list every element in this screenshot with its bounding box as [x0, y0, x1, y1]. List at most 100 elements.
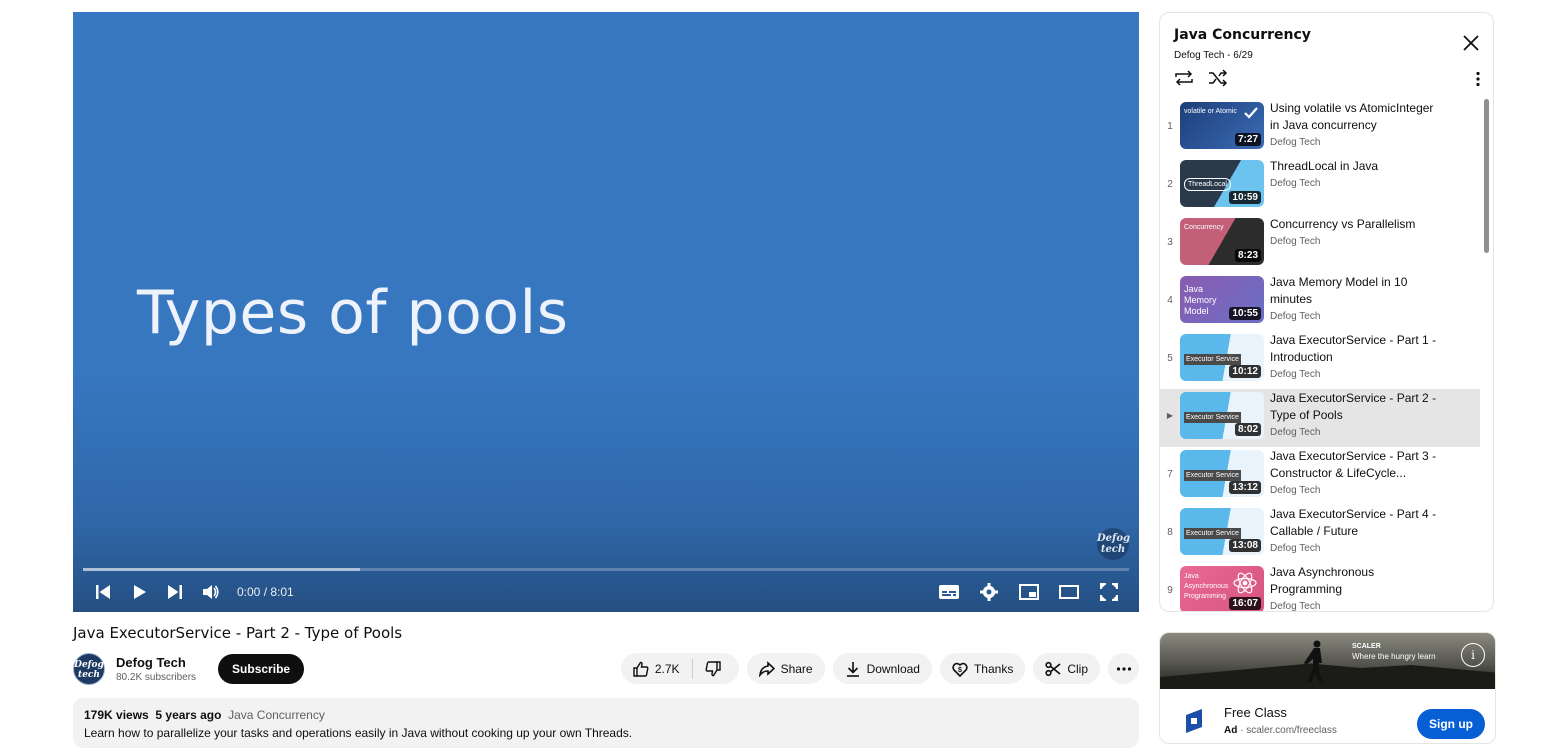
more-actions-button[interactable] — [1108, 653, 1139, 684]
theater-icon — [1059, 585, 1079, 599]
more-horizontal-icon — [1116, 666, 1131, 671]
item-index: 3 — [1167, 237, 1173, 248]
description-box[interactable]: 179K views 5 years ago Java Concurrency … — [73, 698, 1139, 748]
video-thumbnail[interactable]: Java Asynchronous Programming 16:07 — [1180, 566, 1264, 611]
item-title[interactable]: ThreadLocal in Java — [1270, 158, 1442, 175]
video-player[interactable]: Types of pools Defog tech 0:00 / 8:01 — [73, 12, 1139, 612]
item-text: Concurrency vs Parallelism Defog Tech — [1270, 215, 1442, 247]
playlist-item[interactable]: 5 Executor Service 10:12 Java ExecutorSe… — [1160, 331, 1480, 389]
playlist-item-current[interactable]: ▶ Executor Service 8:02 Java ExecutorSer… — [1160, 389, 1480, 447]
thumbs-down-icon — [705, 660, 721, 676]
upload-age: 5 years ago — [155, 708, 222, 722]
loop-button[interactable] — [1174, 69, 1194, 92]
description-text: Learn how to parallelize your tasks and … — [84, 726, 633, 740]
previous-icon — [96, 585, 110, 599]
miniplayer-icon — [1019, 584, 1039, 600]
clip-label: Clip — [1067, 661, 1088, 676]
ad-banner[interactable]: SCALER Where the hungry learn i — [1160, 633, 1495, 689]
next-icon — [168, 585, 182, 599]
shuffle-button[interactable] — [1208, 69, 1228, 92]
description-playlist-link[interactable]: Java Concurrency — [228, 708, 325, 722]
playlist-item[interactable]: 3 Concurrency 8:23 Concurrency vs Parall… — [1160, 215, 1480, 273]
video-duration: 10:12 — [1229, 365, 1261, 378]
playlist-item[interactable]: 1 volatile or Atomic 7:27 Using volatile… — [1160, 99, 1480, 157]
item-title[interactable]: Using volatile vs AtomicInteger in Java … — [1270, 100, 1442, 134]
ad-label: Ad — [1224, 725, 1238, 736]
playlist-menu-button[interactable] — [1475, 71, 1481, 92]
previous-button[interactable] — [85, 574, 121, 610]
fullscreen-icon — [1100, 583, 1118, 601]
video-thumbnail[interactable]: Executor Service 13:12 — [1180, 450, 1264, 497]
video-duration: 10:55 — [1229, 307, 1261, 320]
video-thumbnail[interactable]: Executor Service 13:08 — [1180, 508, 1264, 555]
avatar[interactable]: Defog tech — [73, 653, 105, 685]
item-title[interactable]: Java Asynchronous Programming — [1270, 564, 1442, 598]
ad-card[interactable]: SCALER Where the hungry learn i Free Cla… — [1159, 632, 1496, 744]
miniplayer-button[interactable] — [1011, 574, 1047, 610]
play-button[interactable] — [121, 574, 157, 610]
item-title[interactable]: Java ExecutorService - Part 4 - Callable… — [1270, 506, 1442, 540]
subscriber-count: 80.2K subscribers — [116, 672, 197, 683]
player-controls: 0:00 / 8:01 — [73, 572, 1139, 612]
item-title[interactable]: Concurrency vs Parallelism — [1270, 216, 1442, 233]
item-channel: Defog Tech — [1270, 236, 1321, 247]
video-duration: 13:08 — [1229, 539, 1261, 552]
ad-info-icon[interactable]: i — [1461, 643, 1485, 667]
item-title[interactable]: Java Memory Model in 10 minutes — [1270, 274, 1442, 308]
channel-name[interactable]: Defog Tech — [116, 655, 196, 670]
subtitles-button[interactable] — [931, 574, 967, 610]
video-thumbnail[interactable]: Concurrency 8:23 — [1180, 218, 1264, 265]
close-icon — [1463, 35, 1479, 51]
playlist-item[interactable]: 8 Executor Service 13:08 Java ExecutorSe… — [1160, 505, 1480, 563]
playlist-item[interactable]: 4 Java Memory Model 10:55 Java Memory Mo… — [1160, 273, 1480, 331]
item-channel: Defog Tech — [1270, 543, 1321, 554]
video-thumbnail[interactable]: ThreadLocal 10:59 — [1180, 160, 1264, 207]
item-channel: Defog Tech — [1270, 427, 1321, 438]
thanks-button[interactable]: $ Thanks — [939, 653, 1026, 684]
video-thumbnail[interactable]: Java Memory Model 10:55 — [1180, 276, 1264, 323]
thumbnail-text: Java Memory Model — [1184, 284, 1217, 316]
progress-bar[interactable] — [83, 568, 1129, 571]
theater-mode-button[interactable] — [1051, 574, 1087, 610]
dislike-button[interactable] — [693, 653, 739, 684]
item-channel: Defog Tech — [1270, 137, 1321, 148]
item-channel: Defog Tech — [1270, 369, 1321, 380]
playlist-panel: Java Concurrency Defog Tech - 6/29 1 vol… — [1159, 12, 1494, 612]
item-title[interactable]: Java ExecutorService - Part 2 - Type of … — [1270, 390, 1442, 424]
download-button[interactable]: Download — [832, 653, 932, 684]
loop-icon — [1175, 70, 1193, 86]
close-playlist-button[interactable] — [1461, 33, 1481, 53]
slide-title: Types of pools — [137, 278, 569, 348]
item-index: 8 — [1167, 527, 1173, 538]
item-channel: Defog Tech — [1270, 311, 1321, 322]
clip-button[interactable]: Clip — [1033, 653, 1100, 684]
video-thumbnail[interactable]: Executor Service 10:12 — [1180, 334, 1264, 381]
video-thumbnail[interactable]: Executor Service 8:02 — [1180, 392, 1264, 439]
channel-watermark[interactable]: Defog tech — [1097, 528, 1130, 560]
item-title[interactable]: Java ExecutorService - Part 1 - Introduc… — [1270, 332, 1442, 366]
item-title[interactable]: Java ExecutorService - Part 3 - Construc… — [1270, 448, 1442, 482]
playlist-item[interactable]: 2 ThreadLocal 10:59 ThreadLocal in Java … — [1160, 157, 1480, 215]
playlist-title[interactable]: Java Concurrency — [1174, 27, 1311, 43]
ad-signup-button[interactable]: Sign up — [1417, 709, 1485, 739]
item-index: 5 — [1167, 353, 1173, 364]
download-label: Download — [866, 661, 920, 676]
playlist-scrollbar[interactable] — [1484, 99, 1489, 253]
share-button[interactable]: Share — [746, 653, 825, 684]
item-text: Java ExecutorService - Part 2 - Type of … — [1270, 389, 1442, 438]
item-text: ThreadLocal in Java Defog Tech — [1270, 157, 1442, 189]
subscribe-button[interactable]: Subscribe — [218, 654, 305, 684]
item-text: Java ExecutorService - Part 3 - Construc… — [1270, 447, 1442, 496]
next-button[interactable] — [157, 574, 193, 610]
playlist-item[interactable]: 9 Java Asynchronous Programming 16:07 Ja… — [1160, 563, 1480, 611]
video-thumbnail[interactable]: volatile or Atomic 7:27 — [1180, 102, 1264, 149]
mute-button[interactable] — [193, 574, 229, 610]
item-text: Java Asynchronous Programming Defog Tech — [1270, 563, 1442, 611]
playlist-item[interactable]: 7 Executor Service 13:12 Java ExecutorSe… — [1160, 447, 1480, 505]
settings-button[interactable] — [971, 574, 1007, 610]
thumbnail-text: Executor Service — [1184, 528, 1241, 539]
ad-title[interactable]: Free Class — [1224, 705, 1287, 720]
like-button[interactable]: 2.7K — [621, 653, 692, 684]
fullscreen-button[interactable] — [1091, 574, 1127, 610]
like-count: 2.7K — [654, 661, 680, 676]
